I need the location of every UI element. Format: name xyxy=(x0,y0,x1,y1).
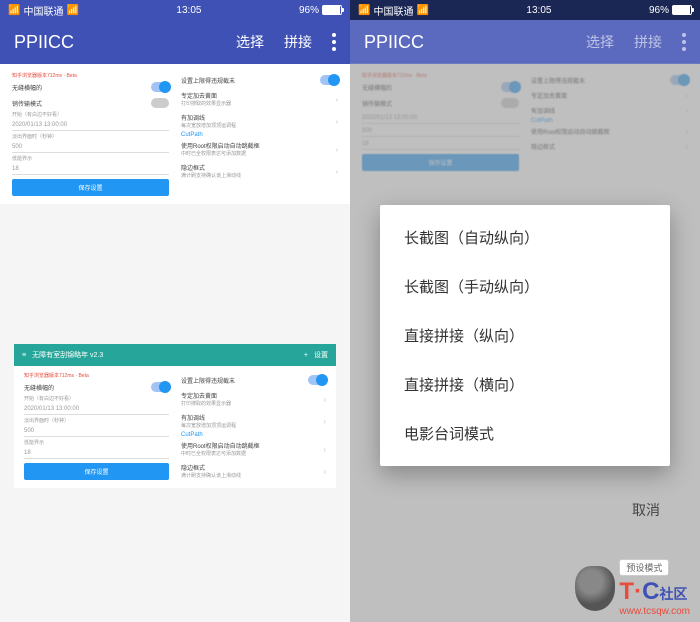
settings-label[interactable]: 设置 xyxy=(314,350,328,360)
setting-item: 设置上限得违规截末 xyxy=(181,76,235,85)
watermark-logo: T·C社区 xyxy=(619,578,687,606)
battery-icon xyxy=(672,5,692,15)
setting-sub: 每次宽放增加顶顶运调程 xyxy=(181,122,236,129)
signal-icon: 📶 xyxy=(8,5,20,16)
setting-item: 有加调线 xyxy=(181,113,236,122)
menu-icon[interactable]: ≡ xyxy=(22,352,26,359)
app-bar: PPIICC 选择 拼接 xyxy=(0,20,350,64)
wifi-icon: 📶 xyxy=(416,5,428,16)
status-time: 13:05 xyxy=(526,5,551,16)
watermark: 预设模式 T·C社区 www.tcsqw.com xyxy=(575,559,690,617)
app-title: PPIICC xyxy=(14,32,236,53)
overflow-menu-icon[interactable] xyxy=(332,33,336,51)
save-button[interactable]: 保存设置 xyxy=(12,179,169,196)
fade-input[interactable]: 500 xyxy=(12,142,169,153)
chevron-right-icon[interactable]: › xyxy=(335,167,338,176)
menu-item-manual-vertical[interactable]: 长截图（手动纵向） xyxy=(380,262,670,311)
select-action[interactable]: 选择 xyxy=(236,32,264,52)
cancel-button[interactable]: 取消 xyxy=(632,500,660,520)
battery-pct: 96% xyxy=(649,5,669,16)
menu-item-movie-subtitle[interactable]: 电影台词模式 xyxy=(380,409,670,458)
chevron-right-icon[interactable]: › xyxy=(335,95,338,104)
menu-item-direct-horizontal[interactable]: 直接拼接（横向） xyxy=(380,360,670,409)
plus-icon[interactable]: + xyxy=(304,352,308,359)
battery-pct: 96% xyxy=(299,5,319,16)
setting-sub: 满计刷支持确认该上滑动线 xyxy=(181,172,241,179)
setting-sub: 打印搜取的效果显示器 xyxy=(181,100,231,107)
toggle-transfer[interactable] xyxy=(151,98,169,108)
app-bar: PPIICC 选择 拼接 xyxy=(350,20,700,64)
settings-panel-top: 知乎浏览器版本712ms · Beta 无缝横幅的 销传输模式 开始（有白边不好… xyxy=(0,64,350,204)
setting-item: 隐边框式 xyxy=(181,163,241,172)
menu-item-auto-vertical[interactable]: 长截图（自动纵向） xyxy=(380,213,670,262)
menu-dialog: 长截图（自动纵向） 长截图（手动纵向） 直接拼接（纵向） 直接拼接（横向） 电影… xyxy=(380,205,670,466)
mascot-icon xyxy=(575,566,615,611)
settings-panel-bottom: ≡ 无障有室刮锦略年 v2.3 + 设置 知乎浏览器版本712ms · Beta… xyxy=(14,344,336,488)
carrier-label: 中国联通 xyxy=(23,3,63,18)
panel-header: ≡ 无障有室刮锦略年 v2.3 + 设置 xyxy=(14,344,336,366)
toggle-limit[interactable] xyxy=(320,75,338,85)
status-bar: 📶 中国联通 📶 13:05 96% xyxy=(350,0,700,20)
setting-label: 开始（有白边不好看） xyxy=(12,111,169,118)
menu-item-direct-vertical[interactable]: 直接拼接（纵向） xyxy=(380,311,670,360)
setting-item: 无缝横幅的 xyxy=(12,83,42,92)
low-input[interactable]: 18 xyxy=(12,164,169,175)
watermark-url: www.tcsqw.com xyxy=(619,606,690,617)
setting-item: 销传输模式 xyxy=(12,99,42,108)
splice-action[interactable]: 拼接 xyxy=(284,32,312,52)
version-header: 知乎浏览器版本712ms · Beta xyxy=(24,372,169,379)
setting-label: 低能界示 xyxy=(12,155,169,162)
panel-title: 无障有室刮锦略年 v2.3 xyxy=(32,350,298,360)
splice-action: 拼接 xyxy=(634,32,662,52)
setting-label: 淡出界面时（秒钟） xyxy=(12,133,169,140)
setting-item: 使用Root权限启动自动跳截框 xyxy=(181,141,260,150)
chevron-right-icon[interactable]: › xyxy=(335,117,338,126)
toggle-seamless[interactable] xyxy=(151,82,169,92)
chevron-right-icon[interactable]: › xyxy=(335,145,338,154)
setting-sub: 中时已全权限表达可添加数据 xyxy=(181,150,260,157)
wifi-icon: 📶 xyxy=(66,5,78,16)
status-bar: 📶 中国联通 📶 13:05 96% xyxy=(0,0,350,20)
date-input[interactable]: 2020/01/13 13:00:00 xyxy=(12,120,169,131)
carrier-label: 中国联通 xyxy=(373,3,413,18)
battery-icon xyxy=(322,5,342,15)
version-header: 知乎浏览器版本712ms · Beta xyxy=(12,72,169,79)
watermark-badge: 预设模式 xyxy=(619,559,669,576)
overflow-menu-icon xyxy=(682,33,686,51)
status-time: 13:05 xyxy=(176,5,201,16)
setting-item: 专定加去黄面 xyxy=(181,91,231,100)
app-title: PPIICC xyxy=(364,32,586,53)
select-action: 选择 xyxy=(586,32,614,52)
signal-icon: 📶 xyxy=(358,5,370,16)
